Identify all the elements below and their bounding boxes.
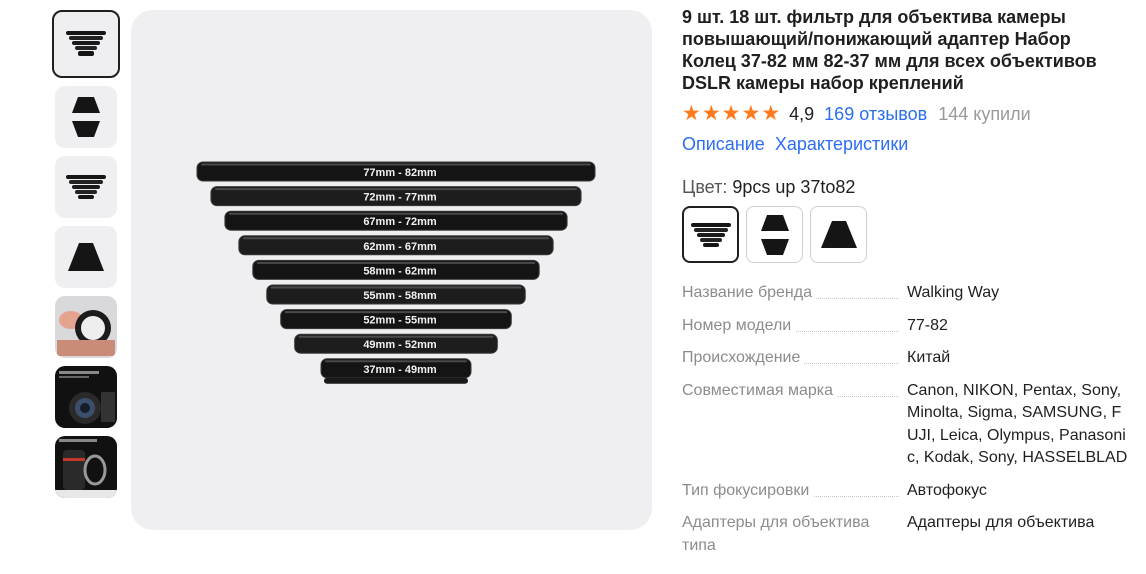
spec-value: Автофокус [907,481,987,499]
star-icon: ★ [761,102,781,125]
characteristics-link[interactable]: Характеристики [775,134,908,155]
spec-key: Тип фокусировки [682,481,814,499]
thumbnail-6[interactable] [55,366,117,428]
step-ring: 72mm - 77mm [210,186,582,207]
star-icon: ★ [701,102,721,125]
spec-value: Canon, NIKON, Pentax, Sony, Minolta, Sig… [907,381,1128,467]
spec-value: Адаптеры для объектива [907,514,1095,531]
spec-value: 77-82 [907,316,948,334]
thumbnail-4[interactable] [55,226,117,288]
spec-row: Номер модели 77-82 [682,315,1132,338]
product-info: 9 шт. 18 шт. фильтр для объектива камеры… [682,6,1132,567]
step-ring: 77mm - 82mm [196,161,596,182]
thumbnail-5[interactable] [55,296,117,358]
lens-with-ring-icon [55,439,117,498]
main-product-image[interactable]: 77mm - 82mm 72mm - 77mm 67mm - 72mm 62mm - … [131,10,652,530]
ring-stack-thumbnail-icon [66,31,106,56]
step-ring: 55mm - 58mm [266,284,526,305]
ring-size-label: 37mm - 49mm [363,364,437,376]
ring-size-label: 72mm - 77mm [363,192,437,204]
color-selector-label: Цвет: 9pcs up 37to82 [682,177,1132,198]
ring-size-label: 58mm - 62mm [363,265,437,277]
ring-stack-down-icon [68,243,104,271]
ring-stack-updown-icon [760,214,789,255]
step-ring: 67mm - 72mm [224,210,568,231]
rating-stars: ★ ★ ★ ★ ★ [682,102,781,125]
ring-size-label: 49mm - 52mm [363,339,437,351]
step-ring: 37mm - 49mm [320,358,472,379]
spec-value: Китай [907,349,951,366]
thumbnail-3[interactable] [55,156,117,218]
star-icon: ★ [721,102,741,125]
step-rings-stack-image: 77mm - 82mm 72mm - 77mm 67mm - 72mm 62mm - … [196,161,596,384]
rating-value: 4,9 [789,103,815,124]
ring-in-hand-icon [57,310,115,356]
reviews-link[interactable]: 169 отзывов [824,104,927,125]
product-title: 9 шт. 18 шт. фильтр для объектива камеры… [682,7,1097,93]
spec-row: Тип фокусировки Автофокус [682,480,1132,503]
rating-row: ★ ★ ★ ★ ★ 4,9 169 отзывов 144 купили [682,102,1132,126]
lens-on-camera-icon [59,371,115,424]
bought-count: 144 купили [938,103,1031,124]
spec-row: Совместимая марка Canon, NIKON, Pentax, … [682,380,1132,470]
spec-row: Адаптеры для объектива типа Адаптеры для… [682,512,1132,557]
color-swatch-3[interactable] [810,206,867,263]
spec-key: Совместимая марка [682,381,837,399]
ring-stack-up-icon [690,222,731,247]
step-ring: 52mm - 55mm [280,309,512,330]
characteristics-list: Название бренда Walking Way Номер модели… [682,282,1132,557]
section-links: Описание Характеристики [682,134,1132,155]
color-swatch-2[interactable] [746,206,803,263]
thumbnail-1[interactable] [52,10,120,78]
thumbnail-list [52,10,122,506]
spec-key: Происхождение [682,349,805,366]
thumbnail-7[interactable] [55,436,117,498]
spec-key: Адаптеры для объектива типа [682,514,870,554]
ring-size-label: 77mm - 82mm [363,167,437,179]
spec-key: Номер модели [682,316,796,334]
description-link[interactable]: Описание [682,134,765,155]
ring-size-label: 62mm - 67mm [363,241,437,253]
ring-base [324,377,468,384]
step-ring: 62mm - 67mm [238,235,554,256]
color-swatch-1[interactable] [682,206,739,263]
ring-stack-updown-icon [72,97,100,137]
color-value: 9pcs up 37to82 [732,177,856,197]
spec-value: Walking Way [907,284,1000,301]
spec-key: Название бренда [682,284,816,301]
thumbnail-2[interactable] [55,86,117,148]
step-ring: 49mm - 52mm [294,333,498,354]
ring-stack-down-icon [820,220,857,248]
spec-row: Название бренда Walking Way [682,282,1132,305]
star-icon: ★ [682,102,701,125]
step-ring: 58mm - 62mm [252,259,540,280]
spec-row: Происхождение Китай [682,347,1132,370]
ring-size-label: 52mm - 55mm [363,315,437,327]
ring-stack-thumbnail-icon [66,175,106,199]
color-swatches [682,206,1132,263]
ring-size-label: 55mm - 58mm [363,290,437,302]
color-label: Цвет: [682,177,733,197]
star-icon: ★ [741,102,761,125]
ring-size-label: 67mm - 72mm [363,216,437,228]
